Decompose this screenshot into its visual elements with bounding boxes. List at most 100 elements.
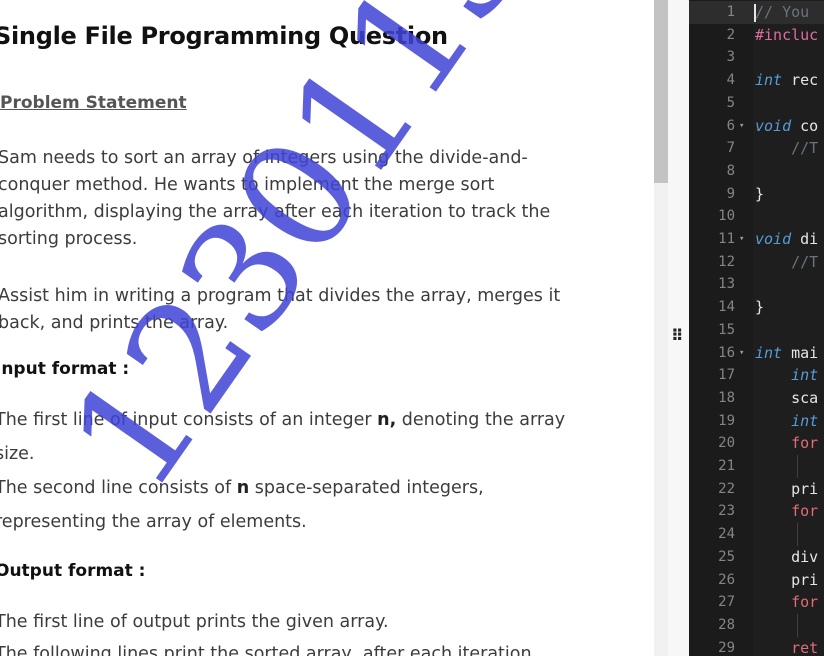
code-line[interactable]: 12 //T [689,251,824,274]
code-token: //T [755,252,819,271]
code-token: for [755,502,819,521]
code-token: for [755,434,819,453]
code-text[interactable]: } [755,183,764,206]
code-line[interactable]: 23 for [689,500,824,523]
question-panel: Single File Programming Question Problem… [0,0,654,656]
code-text[interactable]: //T [755,251,818,274]
code-line[interactable]: 19 int [689,410,824,433]
code-token: pri [755,479,819,498]
input-format-heading: Input format : [0,359,130,379]
code-line[interactable]: 26 pri [689,569,824,592]
code-token: di [791,230,819,248]
line-number: 12 [718,253,735,270]
code-token: int [755,343,783,362]
line-number: 5 [726,94,735,111]
code-line[interactable]: 2 #incluc [689,24,824,47]
panel-resize-divider[interactable]: ⠿ [668,0,689,656]
indent-guide [797,455,798,478]
code-token: pri [755,570,819,589]
code-text[interactable]: int [755,364,818,387]
line-number: 9 [726,185,735,202]
code-line[interactable]: 18 sca [689,387,824,410]
code-line[interactable]: 29 ret [689,637,824,656]
code-line[interactable]: 7 //T [689,137,824,160]
fold-chevron-icon[interactable]: ▾ [739,228,744,251]
code-text[interactable]: int [755,410,818,433]
input-var-n: n, [377,410,397,430]
code-line[interactable]: 27 for [689,591,824,614]
fold-chevron-icon[interactable]: ▾ [739,115,744,138]
code-line[interactable]: 13 [689,273,824,296]
code-line[interactable]: 21 [689,455,824,478]
line-number: 11 [718,231,735,247]
code-text[interactable]: // You [755,1,809,24]
problem-statement-heading: Problem Statement [0,93,187,113]
code-line[interactable]: 5 [689,92,824,115]
code-text[interactable]: int rec [755,69,818,92]
code-line[interactable]: 9} [689,183,824,206]
code-text[interactable]: for [755,432,818,455]
paragraph-line: sorting process. [0,229,138,249]
code-line[interactable]: 14} [689,296,824,319]
line-number: 4 [726,72,735,89]
code-line[interactable]: 22 pri [689,478,824,501]
input-text: The first line of input consists of an i… [0,410,378,430]
output-format-line-1: The first line of output prints the give… [0,612,389,632]
code-text[interactable]: void co [755,115,818,138]
input-var-n: n [236,478,250,498]
indent-guide [797,613,798,637]
code-text[interactable]: int mai [755,342,818,365]
paragraph-line: conquer method. He wants to implement th… [0,175,495,195]
code-line[interactable]: 3 [689,46,824,69]
code-line[interactable]: 20 for [689,432,824,455]
line-number: 15 [718,321,735,338]
input-format-line-2: size. [0,444,35,464]
code-line[interactable]: 4 int rec [689,69,824,92]
scrollbar-thumb[interactable] [654,0,668,183]
code-line[interactable]: 17 int [689,364,824,387]
line-number: 19 [718,412,735,429]
code-text[interactable]: for [755,591,818,614]
code-token: mai [782,343,819,362]
code-token: } [755,184,765,203]
code-token: for [755,593,819,612]
code-line[interactable]: 15 [689,319,824,342]
code-text[interactable]: void di [755,228,818,251]
line-number: 7 [726,140,735,157]
code-line[interactable]: 6 ▾ void co [689,115,824,138]
code-line[interactable]: 24 [689,523,824,546]
code-line[interactable]: 16 ▾ int mai [689,342,824,365]
paragraph-line: back, and prints the array. [0,313,229,333]
line-number: 10 [718,208,735,225]
code-text[interactable]: pri [755,569,818,592]
line-number: 28 [718,616,735,633]
code-text[interactable]: #incluc [755,24,818,47]
code-text[interactable]: sca [755,387,818,410]
code-line[interactable]: 1 // You [689,1,824,24]
line-number: 29 [718,639,735,656]
code-token: #incluc [755,25,819,44]
code-text[interactable]: //T [755,137,818,160]
code-line[interactable]: 10 [689,205,824,228]
code-text[interactable]: for [755,500,818,523]
code-line[interactable]: 8 [689,160,824,183]
code-text[interactable]: } [755,296,764,319]
input-text: space-separated integers, [249,478,484,498]
code-token: } [755,298,765,317]
code-editor[interactable]: 1// You 2 #incluc 3 4 int rec 5 6 ▾ void co 7 //T 8… [689,0,824,656]
drag-handle-icon[interactable]: ⠿ [671,326,683,345]
line-number: 26 [718,571,735,588]
input-format-line-3: The second line consists of n space-sepa… [0,475,635,502]
code-text[interactable]: pri [755,478,818,501]
output-format-line-2: The following lines print the sorted arr… [0,644,532,656]
code-line[interactable]: 11 ▾ void di [689,228,824,251]
code-text[interactable]: div [755,546,818,569]
question-scrollbar[interactable] [654,0,668,656]
code-line[interactable]: 25 div [689,546,824,569]
line-number: 6 [726,117,735,134]
code-text[interactable]: ret [755,637,818,656]
fold-chevron-icon[interactable]: ▾ [739,342,744,365]
code-line[interactable]: 28 [689,614,824,637]
